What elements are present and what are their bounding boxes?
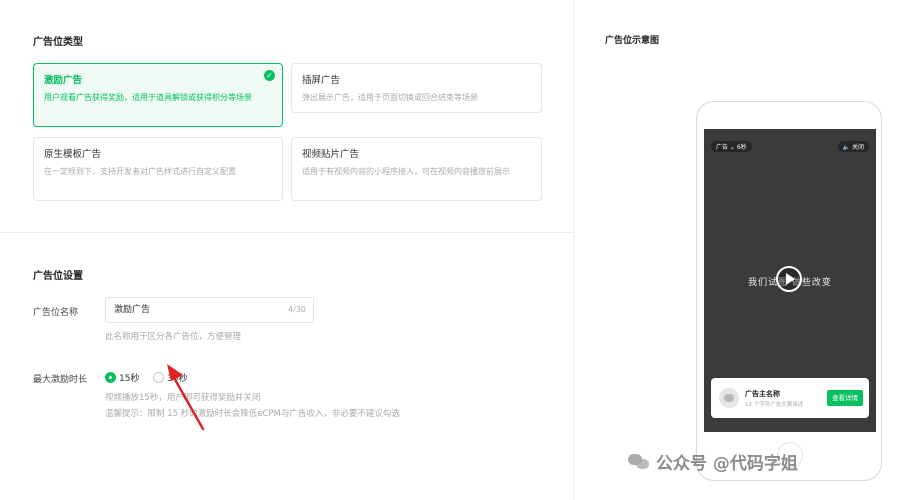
radio-dot <box>105 372 116 383</box>
play-icon <box>776 266 802 292</box>
name-hint: 此名称用于区分各广告位，方便管理 <box>105 332 242 342</box>
card-title: 插屏广告 <box>302 75 341 86</box>
settings-title: 广告位设置 <box>33 271 83 282</box>
card-title: 原生模板广告 <box>44 149 102 160</box>
settings-panel: 广告位类型 激励广告 用户观看广告获得奖励，适用于道具解锁或获得积分等场景 ✓ … <box>0 0 573 500</box>
red-arrow-annotation <box>167 364 205 431</box>
ad-type-title: 广告位类型 <box>33 37 83 48</box>
duration-warning: 温馨提示：限制 15 秒的激励时长会降低eCPM与广告收入，非必要不建议勾选 <box>105 409 400 419</box>
ad-name-value: 激励广告 <box>114 305 151 315</box>
ad-info-card: 广告主名称 12 个字符广告文案描述 查看详情 <box>711 378 869 418</box>
watermark: 公众号 @代码字姐 <box>628 449 798 474</box>
card-native-template-ad[interactable]: 原生模板广告 在一定规则下，支持开发者对广告样式进行自定义配置 <box>33 137 283 201</box>
card-title: 视频贴片广告 <box>302 149 360 160</box>
card-title: 激励广告 <box>44 75 83 86</box>
advertiser-avatar <box>719 388 739 408</box>
card-desc: 弹出展示广告，适用于页面切换或回合结束等场景 <box>302 93 478 102</box>
advertiser-name: 广告主名称 <box>745 390 780 398</box>
ad-name-input[interactable]: 激励广告 4/30 <box>105 297 314 323</box>
check-icon: ✓ <box>264 70 275 81</box>
name-label: 广告位名称 <box>33 308 79 318</box>
watermark-text: 公众号 @代码字姐 <box>656 454 798 474</box>
card-video-patch-ad[interactable]: 视频贴片广告 适用于有视频内容的小程序接入，可在视频内容播放前展示 <box>291 137 542 201</box>
card-desc: 适用于有视频内容的小程序接入，可在视频内容播放前展示 <box>302 167 510 176</box>
card-interstitial-ad[interactable]: 插屏广告 弹出展示广告，适用于页面切换或回合结束等场景 <box>291 63 542 113</box>
preview-title: 广告位示意图 <box>605 36 660 46</box>
ad-countdown-tag: 广告 ⌄ 6秒 <box>711 141 752 152</box>
radio-label: 15秒 <box>119 374 140 384</box>
mute-close-button: 🔈 关闭 <box>837 141 869 152</box>
ad-description: 12 个字符广告文案描述 <box>745 402 804 408</box>
video-screen: 广告 ⌄ 6秒 🔈 关闭 我们试图 做些改变 广告主名称 12 个字符广告文案描… <box>704 129 876 432</box>
wechat-icon <box>628 453 650 471</box>
section-divider <box>0 232 573 233</box>
card-desc: 在一定规则下，支持开发者对广告样式进行自定义配置 <box>44 167 236 176</box>
card-rewarded-ad[interactable]: 激励广告 用户观看广告获得奖励，适用于道具解锁或获得积分等场景 ✓ <box>33 63 283 127</box>
radio-dot <box>153 372 164 383</box>
char-count: 4/30 <box>288 305 306 314</box>
radio-15s[interactable]: 15秒 <box>105 371 139 384</box>
duration-label: 最大激励时长 <box>33 375 88 385</box>
view-details-button: 查看详情 <box>827 390 863 406</box>
card-desc: 用户观看广告获得奖励，适用于道具解锁或获得积分等场景 <box>44 93 252 102</box>
phone-mockup: 广告 ⌄ 6秒 🔈 关闭 我们试图 做些改变 广告主名称 12 个字符广告文案描… <box>696 101 882 481</box>
